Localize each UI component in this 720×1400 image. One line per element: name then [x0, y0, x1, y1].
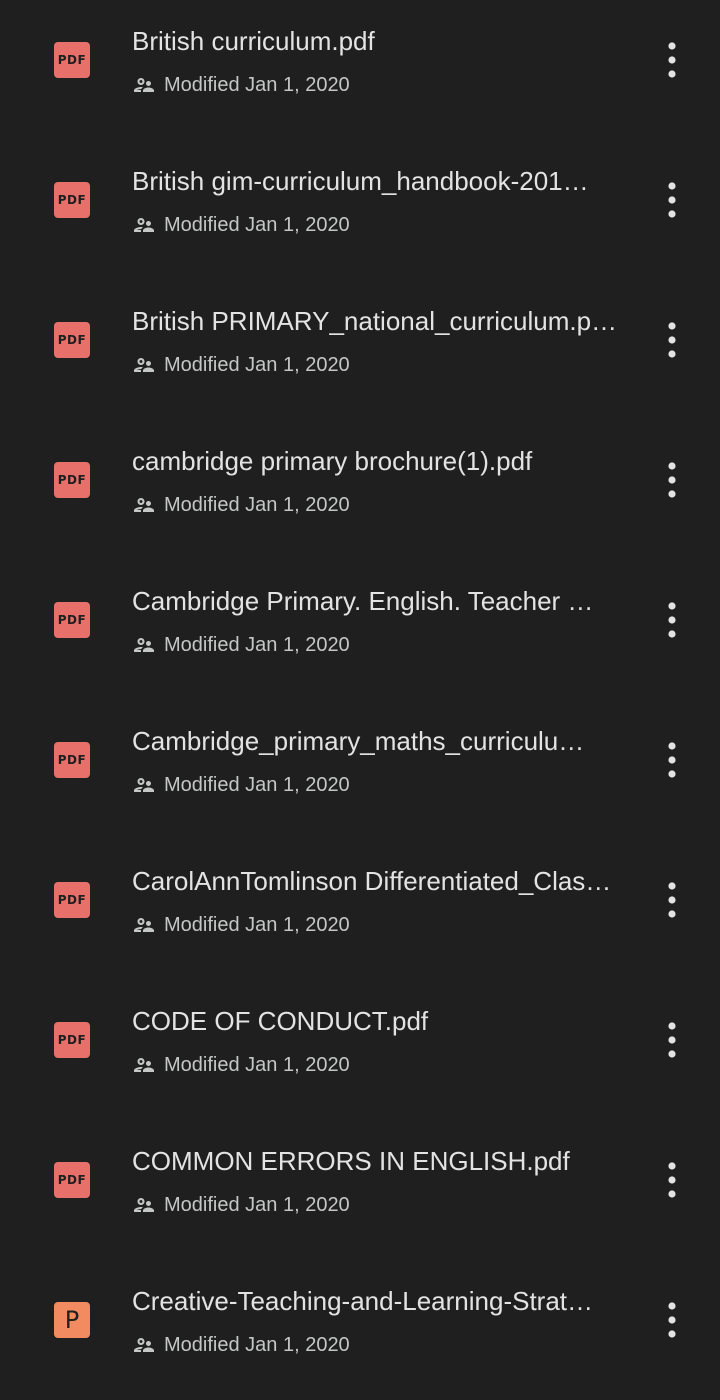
file-title: British PRIMARY_national_curriculum.p…: [132, 306, 618, 336]
file-title: British gim-curriculum_handbook-201…: [132, 166, 589, 196]
pdf-file-icon: PDF: [54, 1022, 90, 1058]
more-options-button[interactable]: [652, 36, 692, 84]
more-options-button[interactable]: [652, 1016, 692, 1064]
file-title: CarolAnnTomlinson Differentiated_Clas…: [132, 866, 612, 896]
more-options-button[interactable]: [652, 596, 692, 644]
shared-people-icon: [132, 913, 156, 937]
shared-people-icon: [132, 353, 156, 377]
pdf-file-icon: PDF: [54, 742, 90, 778]
file-title: cambridge primary brochure(1).pdf: [132, 446, 533, 476]
more-vert-icon: [668, 742, 676, 778]
file-title: Creative-Teaching-and-Learning-Strat…: [132, 1286, 594, 1316]
shared-people-icon: [132, 1193, 156, 1217]
file-row[interactable]: PDF Cambridge Primary. English. Teacher …: [0, 560, 720, 700]
modified-date: Modified Jan 1, 2020: [164, 633, 350, 656]
file-meta: Modified Jan 1, 2020: [132, 1052, 350, 1078]
file-title: British curriculum.pdf: [132, 26, 375, 56]
more-vert-icon: [668, 1162, 676, 1198]
modified-date: Modified Jan 1, 2020: [164, 773, 350, 796]
modified-date: Modified Jan 1, 2020: [164, 493, 350, 516]
more-vert-icon: [668, 602, 676, 638]
pdf-file-icon: PDF: [54, 602, 90, 638]
pdf-file-icon: PDF: [54, 42, 90, 78]
modified-date: Modified Jan 1, 2020: [164, 1193, 350, 1216]
shared-people-icon: [132, 1053, 156, 1077]
more-options-button[interactable]: [652, 456, 692, 504]
file-meta: Modified Jan 1, 2020: [132, 492, 350, 518]
modified-date: Modified Jan 1, 2020: [164, 73, 350, 96]
more-options-button[interactable]: [652, 176, 692, 224]
pdf-file-icon: PDF: [54, 322, 90, 358]
file-meta: Modified Jan 1, 2020: [132, 352, 350, 378]
file-row[interactable]: PDF CODE OF CONDUCT.pdf Modified Jan 1, …: [0, 980, 720, 1120]
file-title: Cambridge_primary_maths_curriculu…: [132, 726, 585, 756]
more-options-button[interactable]: [652, 316, 692, 364]
file-row[interactable]: PDF CarolAnnTomlinson Differentiated_Cla…: [0, 840, 720, 980]
file-title: CODE OF CONDUCT.pdf: [132, 1006, 429, 1036]
shared-people-icon: [132, 1333, 156, 1357]
modified-date: Modified Jan 1, 2020: [164, 1053, 350, 1076]
file-row[interactable]: PDF Cambridge_primary_maths_curriculu… M…: [0, 700, 720, 840]
file-meta: Modified Jan 1, 2020: [132, 1332, 350, 1358]
file-title: Cambridge Primary. English. Teacher …: [132, 586, 594, 616]
more-options-button[interactable]: [652, 736, 692, 784]
more-vert-icon: [668, 182, 676, 218]
more-options-button[interactable]: [652, 1296, 692, 1344]
file-meta: Modified Jan 1, 2020: [132, 1192, 350, 1218]
modified-date: Modified Jan 1, 2020: [164, 1333, 350, 1356]
file-row[interactable]: PDF cambridge primary brochure(1).pdf Mo…: [0, 420, 720, 560]
file-meta: Modified Jan 1, 2020: [132, 912, 350, 938]
shared-people-icon: [132, 213, 156, 237]
modified-date: Modified Jan 1, 2020: [164, 913, 350, 936]
more-vert-icon: [668, 42, 676, 78]
file-meta: Modified Jan 1, 2020: [132, 72, 350, 98]
file-meta: Modified Jan 1, 2020: [132, 632, 350, 658]
file-title: COMMON ERRORS IN ENGLISH.pdf: [132, 1146, 570, 1176]
file-row[interactable]: P Creative-Teaching-and-Learning-Strat… …: [0, 1260, 720, 1400]
more-vert-icon: [668, 1302, 676, 1338]
file-meta: Modified Jan 1, 2020: [132, 772, 350, 798]
file-list: PDF British curriculum.pdf Modified Jan …: [0, 0, 720, 1400]
more-vert-icon: [668, 462, 676, 498]
pdf-file-icon: PDF: [54, 882, 90, 918]
shared-people-icon: [132, 73, 156, 97]
pdf-file-icon: PDF: [54, 1162, 90, 1198]
pdf-file-icon: PDF: [54, 182, 90, 218]
modified-date: Modified Jan 1, 2020: [164, 353, 350, 376]
more-vert-icon: [668, 322, 676, 358]
shared-people-icon: [132, 633, 156, 657]
file-row[interactable]: PDF British gim-curriculum_handbook-201……: [0, 140, 720, 280]
shared-people-icon: [132, 493, 156, 517]
modified-date: Modified Jan 1, 2020: [164, 213, 350, 236]
file-row[interactable]: PDF British PRIMARY_national_curriculum.…: [0, 280, 720, 420]
shared-people-icon: [132, 773, 156, 797]
more-options-button[interactable]: [652, 1156, 692, 1204]
file-row[interactable]: PDF COMMON ERRORS IN ENGLISH.pdf Modifie…: [0, 1120, 720, 1260]
file-meta: Modified Jan 1, 2020: [132, 212, 350, 238]
more-vert-icon: [668, 882, 676, 918]
file-row[interactable]: PDF British curriculum.pdf Modified Jan …: [0, 0, 720, 140]
pdf-file-icon: PDF: [54, 462, 90, 498]
more-options-button[interactable]: [652, 876, 692, 924]
presentation-file-icon: P: [54, 1302, 90, 1338]
more-vert-icon: [668, 1022, 676, 1058]
